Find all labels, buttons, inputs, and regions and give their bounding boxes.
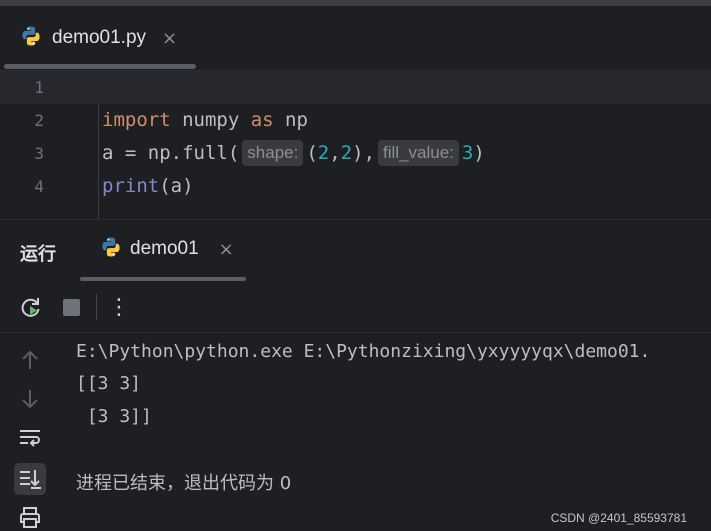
keyword-token: as — [250, 109, 274, 131]
console-line: [3 3]] — [76, 406, 152, 427]
number-token: 2 — [340, 142, 353, 164]
rerun-icon — [21, 298, 40, 317]
code-token: ) — [473, 142, 485, 164]
parameter-hint-shape: shape: — [242, 140, 304, 166]
scroll-down-button[interactable] — [16, 385, 44, 413]
code-token: (a) — [159, 175, 194, 197]
console-line: [[3 3] — [76, 373, 142, 394]
editor-tab-demo01[interactable]: demo01.py × — [8, 16, 189, 60]
console-line: E:\Python\python.exe E:\Pythonzixing\yxy… — [76, 341, 651, 362]
run-tab-demo01[interactable]: demo01 × — [100, 236, 234, 262]
print-button[interactable] — [16, 503, 44, 531]
line-number: 4 — [34, 177, 44, 196]
run-tool-window-header: 运行 demo01 × — [0, 219, 711, 283]
watermark: CSDN @2401_85593781 — [550, 511, 687, 525]
soft-wrap-button[interactable] — [16, 424, 44, 452]
code-token: a = np.full( — [102, 142, 240, 164]
console-line: 进程已结束，退出代码为 0 — [76, 473, 292, 494]
code-text: a = np.full(shape: (2,2), fill_value: 3) — [102, 137, 485, 170]
code-text: print(a) — [102, 170, 194, 203]
active-run-tab-indicator — [80, 277, 246, 281]
scroll-up-button[interactable] — [16, 346, 44, 374]
run-tab-label: demo01 — [130, 238, 199, 259]
code-editor[interactable]: 1 2 import numpy as np 3 a = np.full(sha… — [0, 71, 711, 219]
close-icon[interactable]: × — [219, 239, 234, 260]
code-token: ( — [306, 142, 318, 164]
python-file-icon — [100, 236, 122, 262]
code-line[interactable]: 4 print(a) — [0, 170, 711, 203]
code-line[interactable]: 2 import numpy as np — [0, 104, 711, 137]
stop-icon — [62, 298, 80, 316]
builtin-token: print — [102, 175, 160, 197]
stop-button[interactable] — [58, 294, 84, 320]
more-options-button[interactable]: ⋮ — [106, 294, 132, 320]
parameter-hint-fill-value: fill_value: — [378, 140, 459, 166]
soft-wrap-icon — [20, 430, 40, 447]
console-output[interactable]: E:\Python\python.exe E:\Pythonzixing\yxy… — [58, 333, 711, 531]
line-number: 3 — [34, 144, 44, 163]
code-text: import numpy as np — [102, 104, 308, 137]
code-token: ), — [352, 142, 376, 164]
scroll-to-end-icon — [20, 470, 41, 489]
editor-tab-label: demo01.py — [52, 27, 147, 48]
keyword-token: import — [102, 109, 171, 131]
code-token: , — [329, 142, 341, 164]
printer-icon — [20, 507, 40, 528]
run-sidebar — [0, 333, 59, 531]
code-token: np — [273, 109, 308, 131]
run-window-title: 运行 — [20, 244, 56, 265]
editor-tab-bar: demo01.py × — [0, 6, 711, 71]
close-icon[interactable]: × — [162, 28, 177, 49]
code-line[interactable]: 1 — [0, 71, 711, 104]
rerun-button[interactable] — [18, 294, 44, 320]
code-line[interactable]: 3 a = np.full(shape: (2,2), fill_value: 3) — [0, 137, 711, 170]
arrow-down-icon — [22, 390, 38, 409]
arrow-up-icon — [22, 350, 38, 369]
python-file-icon — [20, 25, 42, 51]
toolbar-separator — [96, 294, 97, 320]
active-tab-indicator — [4, 64, 196, 69]
number-token: 2 — [317, 142, 330, 164]
run-toolbar: ⋮ — [0, 282, 711, 333]
line-number: 1 — [34, 78, 44, 97]
line-number: 2 — [34, 111, 44, 130]
scroll-to-end-button[interactable] — [14, 463, 46, 495]
number-token: 3 — [461, 142, 474, 164]
code-token: numpy — [170, 109, 251, 131]
